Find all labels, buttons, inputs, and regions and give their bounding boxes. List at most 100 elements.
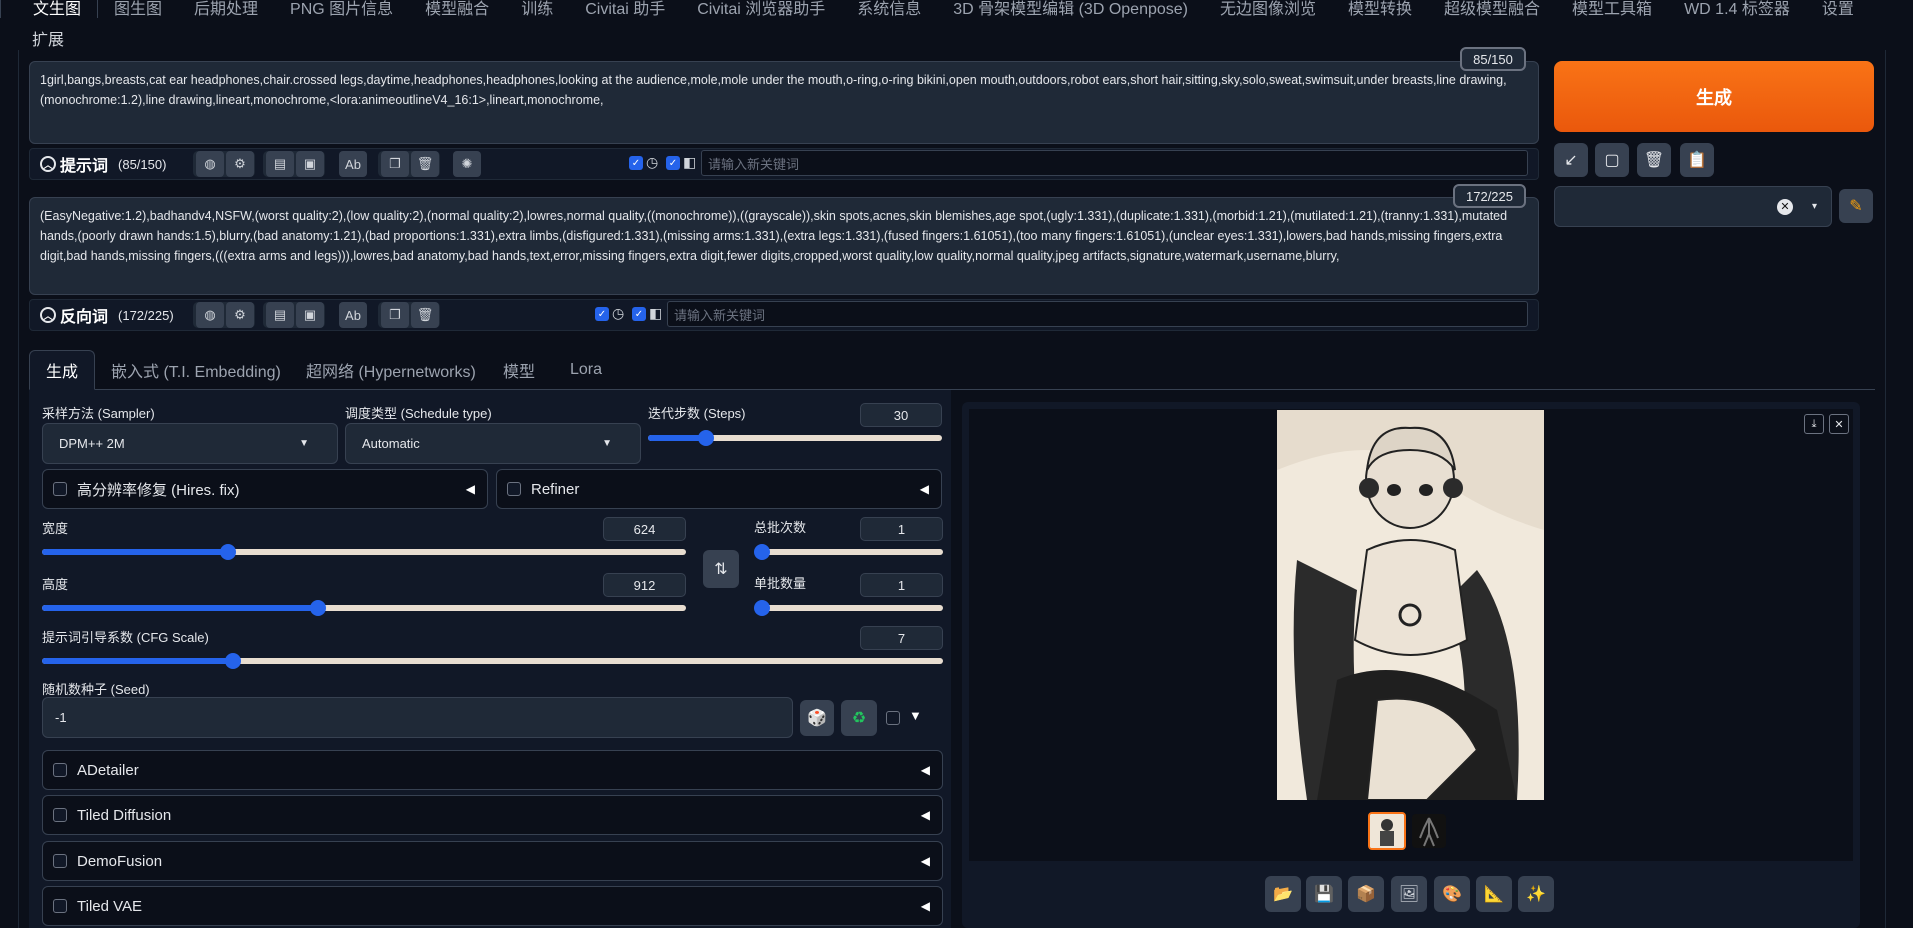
batch-size-slider[interactable] — [754, 600, 943, 616]
save-icon[interactable]: 💾 — [1306, 876, 1342, 912]
swap-dimensions-icon[interactable]: ⇅ — [703, 550, 739, 588]
steps-input[interactable]: 30 — [860, 403, 942, 427]
tab-checkpoints[interactable]: 模型 — [503, 350, 535, 390]
width-slider[interactable] — [42, 544, 686, 560]
tab-model-merge[interactable]: 模型融合 — [409, 0, 505, 18]
tab-wd14-tagger[interactable]: WD 1.4 标签器 — [1668, 0, 1806, 18]
download-icon[interactable]: ⤓ — [1804, 414, 1824, 434]
pencil-icon[interactable]: ✎ — [1839, 189, 1873, 223]
history-icon[interactable]: ▤ — [266, 302, 294, 328]
panel-icon[interactable]: ◧ — [649, 305, 662, 322]
tiled-diffusion-checkbox[interactable] — [53, 808, 67, 822]
tab-super-merge[interactable]: 超级模型融合 — [1428, 0, 1556, 18]
openai-icon[interactable]: ✺ — [453, 151, 481, 177]
send-to-img2img-icon[interactable]: 🖼 — [1391, 876, 1427, 912]
tab-txt2img[interactable]: 文生图 — [0, 0, 99, 18]
tab-openpose[interactable]: 3D 骨架模型编辑 (3D Openpose) — [937, 0, 1204, 18]
width-slider-thumb[interactable] — [220, 544, 236, 560]
panel-icon[interactable]: ◧ — [683, 154, 696, 171]
clipboard-icon[interactable]: 📋 — [1680, 143, 1714, 177]
globe-icon[interactable]: ◍ — [196, 302, 224, 328]
steps-slider-thumb[interactable] — [698, 430, 714, 446]
hires-fix-accordion[interactable]: 高分辨率修复 (Hires. fix) ◀ — [42, 469, 488, 509]
recycle-icon[interactable]: ♻ — [841, 700, 877, 736]
arrow-diagonal-icon[interactable]: ↙ — [1554, 143, 1588, 177]
close-circle-icon[interactable]: ✕ — [1777, 198, 1793, 215]
prompt-label[interactable]: ︿ 提示词 (85/150) — [40, 153, 166, 175]
tab-settings[interactable]: 设置 — [1806, 0, 1870, 18]
seed-extra-checkbox[interactable] — [886, 711, 900, 725]
tab-civitai-browser[interactable]: Civitai 浏览器助手 — [681, 0, 841, 18]
translate-icon[interactable]: Ab — [339, 151, 367, 177]
prompt-keyword-input[interactable]: 请输入新关键词 — [701, 150, 1528, 176]
clock-icon[interactable]: ◷ — [646, 154, 658, 171]
batch-count-input[interactable]: 1 — [860, 517, 943, 541]
zip-icon[interactable]: 📦 — [1348, 876, 1384, 912]
triangle-down-icon[interactable]: ▼ — [909, 708, 922, 723]
negative-label[interactable]: ︿ 反向词 (172/225) — [40, 304, 174, 326]
adetailer-accordion[interactable]: ADetailer ◀ — [42, 750, 943, 790]
sparkle-icon[interactable]: ✨ — [1518, 876, 1554, 912]
send-to-extras-icon[interactable]: 📐 — [1476, 876, 1512, 912]
negative-prompt-textarea[interactable]: (EasyNegative:1.2),badhandv4,NSFW,(worst… — [29, 197, 1539, 295]
tiled-vae-checkbox[interactable] — [53, 899, 67, 913]
prompt-textarea[interactable]: 1girl,bangs,breasts,cat ear headphones,c… — [29, 61, 1539, 144]
refiner-checkbox[interactable] — [507, 482, 521, 496]
refiner-accordion[interactable]: Refiner ◀ — [496, 469, 942, 509]
cfg-input[interactable]: 7 — [860, 626, 943, 650]
negative-enable-checkbox[interactable]: ✓ — [595, 307, 609, 321]
tab-civitai-helper[interactable]: Civitai 助手 — [569, 0, 681, 18]
trash-icon[interactable]: 🗑 — [1637, 143, 1671, 177]
trash-icon[interactable]: 🗑 — [411, 302, 439, 328]
sampler-dropdown[interactable]: DPM++ 2M ▼ — [42, 423, 338, 464]
height-slider[interactable] — [42, 600, 686, 616]
tiled-diffusion-accordion[interactable]: Tiled Diffusion ◀ — [42, 795, 943, 835]
tab-extensions[interactable]: 扩展 — [32, 26, 64, 50]
globe-icon[interactable]: ◍ — [196, 151, 224, 177]
gallery-thumbnail-2[interactable] — [1412, 814, 1446, 848]
batch-size-slider-thumb[interactable] — [754, 600, 770, 616]
steps-slider[interactable] — [648, 430, 942, 446]
tab-lora[interactable]: Lora — [570, 350, 602, 390]
generate-button[interactable]: 生成 — [1554, 61, 1874, 132]
gear-icon[interactable]: ⚙ — [226, 151, 254, 177]
tab-png-info[interactable]: PNG 图片信息 — [274, 0, 409, 18]
square-icon[interactable]: ▢ — [1595, 143, 1629, 177]
prompt-enable-checkbox[interactable]: ✓ — [629, 156, 643, 170]
batch-size-input[interactable]: 1 — [860, 573, 943, 597]
batch-count-slider-thumb[interactable] — [754, 544, 770, 560]
gallery-thumbnail-1[interactable] — [1368, 812, 1406, 850]
style-dropdown[interactable]: ✕ ▾ — [1554, 186, 1832, 227]
cfg-slider-thumb[interactable] — [225, 653, 241, 669]
tiled-vae-accordion[interactable]: Tiled VAE ◀ — [42, 886, 943, 926]
hires-fix-checkbox[interactable] — [53, 482, 67, 496]
translate-icon[interactable]: Ab — [339, 302, 367, 328]
adetailer-checkbox[interactable] — [53, 763, 67, 777]
close-icon[interactable]: ✕ — [1829, 414, 1849, 434]
folder-icon[interactable]: 📂 — [1265, 876, 1301, 912]
tab-train[interactable]: 训练 — [505, 0, 569, 18]
gear-icon[interactable]: ⚙ — [226, 302, 254, 328]
bookmark-icon[interactable]: ▣ — [296, 302, 324, 328]
generated-image[interactable] — [1277, 410, 1544, 800]
send-to-inpaint-icon[interactable]: 🎨 — [1434, 876, 1470, 912]
tab-image-browser[interactable]: 无边图像浏览 — [1204, 0, 1332, 18]
demofusion-checkbox[interactable] — [53, 854, 67, 868]
seed-input[interactable]: -1 — [42, 697, 793, 738]
tab-model-toolkit[interactable]: 模型工具箱 — [1556, 0, 1668, 18]
trash-icon[interactable]: 🗑 — [411, 151, 439, 177]
tab-model-convert[interactable]: 模型转换 — [1332, 0, 1428, 18]
prompt-option-checkbox[interactable]: ✓ — [666, 156, 680, 170]
tab-img2img[interactable]: 图生图 — [98, 0, 178, 18]
clock-icon[interactable]: ◷ — [612, 305, 624, 322]
cfg-slider[interactable] — [42, 653, 943, 669]
tab-extras[interactable]: 后期处理 — [178, 0, 274, 18]
demofusion-accordion[interactable]: DemoFusion ◀ — [42, 841, 943, 881]
dice-icon[interactable]: 🎲 — [800, 700, 834, 736]
copy-icon[interactable]: ❐ — [381, 302, 409, 328]
batch-count-slider[interactable] — [754, 544, 943, 560]
tab-hypernetworks[interactable]: 超网络 (Hypernetworks) — [306, 350, 476, 390]
copy-icon[interactable]: ❐ — [381, 151, 409, 177]
tab-embedding[interactable]: 嵌入式 (T.I. Embedding) — [111, 350, 281, 390]
tab-system-info[interactable]: 系统信息 — [841, 0, 937, 18]
